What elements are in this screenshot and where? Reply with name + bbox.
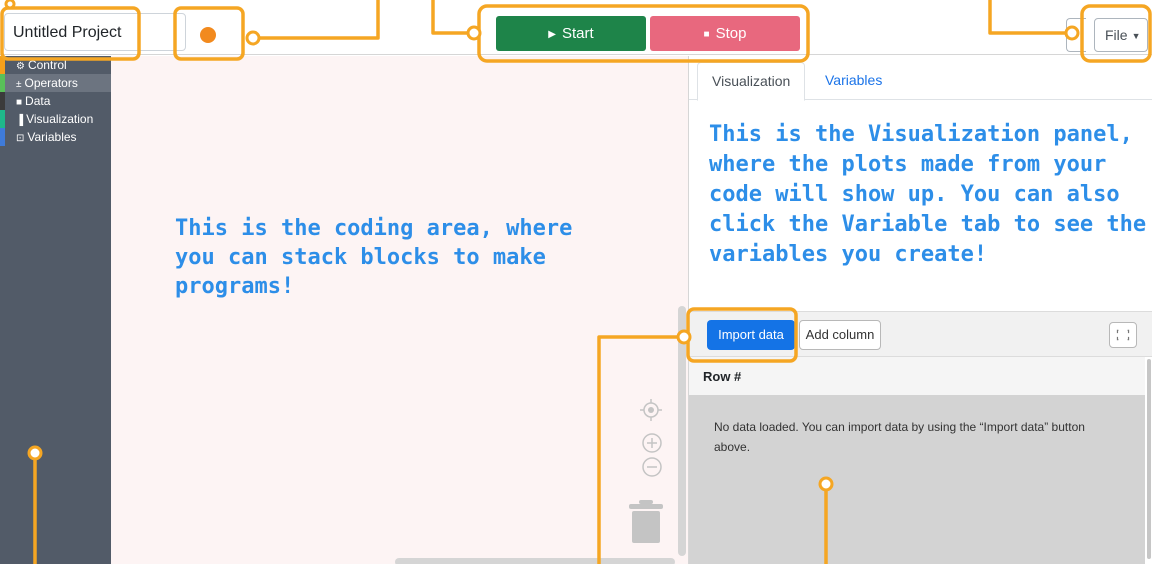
stop-icon: ■ [703,29,710,40]
expand-icon[interactable] [1109,322,1137,348]
caret-down-icon: ▼ [1131,31,1141,41]
visualization-panel-annotation: This is the Visualization panel, where t… [709,122,1147,267]
category-color-swatch [0,74,5,92]
toolbar-extra-button[interactable] [1066,18,1086,52]
category-visualization[interactable]: ▐ Visualization [0,110,111,128]
file-menu-label: File [1105,27,1128,43]
bar-chart-icon: ▐ [16,115,24,126]
start-button-label: Start [562,25,594,42]
project-name-input[interactable]: Untitled Project [4,13,186,51]
tab-variables[interactable]: Variables [811,62,896,101]
category-label: Variables [27,130,77,144]
category-label: Operators [24,76,78,90]
category-label: Data [25,94,51,108]
category-color-swatch [0,128,5,146]
data-table-body: No data loaded. You can import data by u… [689,395,1145,564]
zoom-out-icon[interactable] [641,456,663,478]
no-data-message: No data loaded. You can import data by u… [714,420,1085,454]
workspace-annotation: This is the coding area, where you can s… [175,216,573,299]
coding-workspace[interactable]: This is the coding area, where you can s… [111,56,688,564]
stop-button-label: Stop [715,25,747,42]
category-color-swatch [0,110,5,128]
category-control[interactable]: ⚙ Control [0,56,111,74]
plus-minus-icon: ± [16,79,22,90]
stop-button[interactable]: ■ Stop [650,16,800,51]
category-data[interactable]: ■ Data [0,92,111,110]
add-column-button[interactable]: Add column [799,320,881,350]
category-label: Visualization [26,112,94,126]
panel-scrollbar[interactable] [1147,359,1151,559]
panel-tabs: Visualization Variables [689,56,1152,101]
category-color-swatch [0,56,5,74]
category-variables[interactable]: ⊡ Variables [0,128,111,146]
data-toolbar: Import data Add column [689,311,1152,357]
workspace-vertical-scrollbar[interactable] [678,306,686,556]
right-panel: Visualization Variables This is the Visu… [688,56,1152,564]
category-label: Control [27,58,67,72]
table-header-row-number: Row # [689,357,1145,395]
workspace-horizontal-scrollbar[interactable] [395,558,675,564]
tab-visualization[interactable]: Visualization [697,62,806,101]
variable-icon: ⊡ [16,133,25,144]
zoom-in-icon[interactable] [641,432,663,454]
play-icon: ▶ [548,29,556,40]
data-icon: ■ [16,97,23,108]
trash-icon[interactable] [627,498,665,544]
start-button[interactable]: ▶ Start [496,16,646,51]
category-color-swatch [0,92,5,110]
file-menu-button[interactable]: File ▼ [1094,18,1148,52]
block-toolbox: ⚙ Control ± Operators ■ Data ▐ Visualization… [0,56,111,564]
run-status-indicator [200,27,216,43]
category-operators[interactable]: ± Operators [0,74,111,92]
import-data-button[interactable]: Import data [707,320,795,350]
top-toolbar: Untitled Project ▶ Start ■ Stop File ▼ [0,0,1152,55]
recenter-icon[interactable] [639,398,663,422]
gear-icon: ⚙ [16,61,25,72]
